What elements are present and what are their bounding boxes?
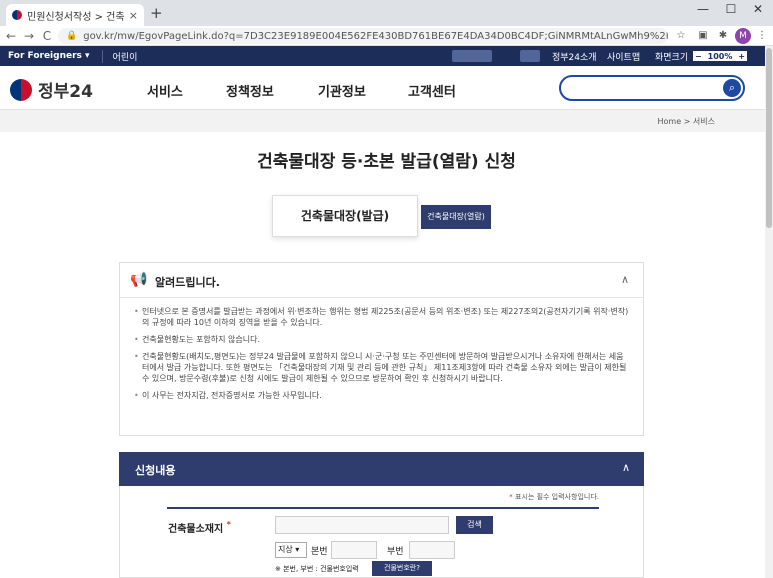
url-text: gov.kr/mw/EgovPageLink.do?q=7D3C23E9189E… <box>83 30 668 42</box>
address-label: 건축물소재지 * <box>168 520 231 535</box>
required-star: * <box>509 493 513 501</box>
kids-link[interactable]: 어린이 <box>101 49 137 63</box>
star-icon[interactable]: ☆ <box>673 28 689 44</box>
reload-button[interactable]: C <box>38 29 56 43</box>
close-icon[interactable]: × <box>129 9 138 22</box>
notice-item: 이 사무는 전자지갑, 전자증명서로 가능한 사무입니다. <box>134 390 629 401</box>
bubun-input[interactable] <box>409 541 455 559</box>
search-input[interactable]: ⌕ <box>559 75 745 101</box>
gov-favicon-icon <box>12 10 22 20</box>
notice-panel: 📢 알려드립니다. ∧ 인터넷으로 본 증명서를 발급받는 과정에서 위·변조하… <box>119 262 644 436</box>
lock-icon: 🔒 <box>66 31 78 41</box>
notice-item: 건축물현황도는 포함하지 않습니다. <box>134 334 629 345</box>
window-close-button[interactable]: ✕ <box>743 0 773 20</box>
logo-text: 정부24 <box>38 82 93 102</box>
address-search-button[interactable]: 검색 <box>456 516 493 534</box>
puzzle-icon[interactable]: ✱ <box>715 28 731 44</box>
sitemap-link[interactable]: 사이트맵 <box>607 50 640 63</box>
bubun-label: 부번 <box>387 547 404 557</box>
utility-bar: For Foreigners ▾ 어린이 정부24소개 사이트맵 화면크기 − … <box>0 46 773 66</box>
tab-issue[interactable]: 건축물대장(발급) <box>272 195 418 237</box>
masked-area <box>520 50 540 62</box>
zoom-value: 100% <box>707 51 733 61</box>
notice-title: 알려드립니다. <box>155 276 220 289</box>
required-note: * 표시는 필수 입력사항입니다. <box>509 492 599 502</box>
required-note-text: 표시는 필수 입력사항입니다. <box>515 493 599 501</box>
bonbun-input[interactable] <box>331 541 377 559</box>
menu-icon[interactable]: ⋮ <box>754 28 770 44</box>
profile-avatar[interactable]: M <box>735 28 751 44</box>
land-type-select[interactable]: 지상 ▾ <box>275 542 307 558</box>
nav-policy[interactable]: 정책정보 <box>226 81 274 100</box>
nav-service[interactable]: 서비스 <box>147 81 183 100</box>
notice-body: 인터넷으로 본 증명서를 발급받는 과정에서 위·변조하는 행위는 형법 제22… <box>120 298 643 401</box>
screen-size-label: 화면크기 <box>655 53 689 63</box>
nav-agency[interactable]: 기관정보 <box>318 81 366 100</box>
bonbun-label: 본번 <box>311 547 328 557</box>
zoom-in-button[interactable]: + <box>738 52 745 61</box>
site-header: 정부24 서비스 정책정보 기관정보 고객센터 ⌕ <box>0 66 773 110</box>
tab-view[interactable]: 건축물대장(열람) <box>421 205 491 229</box>
nav-customer[interactable]: 고객센터 <box>408 81 456 100</box>
address-input[interactable] <box>275 516 449 534</box>
extension-icon[interactable]: ▣ <box>695 28 711 44</box>
address-bar: ← → C 🔒 gov.kr/mw/EgovPageLink.do?q=7D3C… <box>0 26 773 46</box>
notice-header[interactable]: 📢 알려드립니다. ∧ <box>120 263 643 298</box>
building-number-help-button[interactable]: 건물번호란? <box>372 561 432 576</box>
site-logo[interactable]: 정부24 <box>10 77 93 102</box>
tab-title: 민원신청서작성 > 건축물대 <box>27 11 125 23</box>
apply-title: 신청내용 <box>135 464 176 477</box>
address-label-text: 건축물소재지 <box>168 524 224 535</box>
page-title: 건축물대장 등·초본 발급(열람) 신청 <box>257 152 516 172</box>
zoom-control: − 100% + <box>693 51 747 61</box>
breadcrumb-bar: Home > 서비스 <box>0 110 773 132</box>
main-content: 건축물대장 등·초본 발급(열람) 신청 건축물대장(발급) 건축물대장(열람)… <box>0 132 773 578</box>
building-number-hint: ※ 본번, 부번 : 건물번호입력 <box>275 565 359 573</box>
chevron-up-icon[interactable]: ∧ <box>622 461 630 474</box>
browser-tab[interactable]: 민원신청서작성 > 건축물대 × <box>6 4 144 26</box>
chevron-up-icon[interactable]: ∧ <box>621 273 629 286</box>
zoom-out-button[interactable]: − <box>695 52 702 61</box>
notice-item: 인터넷으로 본 증명서를 발급받는 과정에서 위·변조하는 행위는 형법 제22… <box>134 306 629 328</box>
breadcrumb: Home > 서비스 <box>657 117 716 126</box>
search-icon[interactable]: ⌕ <box>723 79 741 97</box>
browser-tabbar: 민원신청서작성 > 건축물대 × + — ☐ ✕ <box>0 0 773 26</box>
intro-link[interactable]: 정부24소개 <box>552 50 597 63</box>
apply-section-header[interactable]: 신청내용 ∧ <box>119 452 644 486</box>
apply-form: * 표시는 필수 입력사항입니다. 건축물소재지 * 검색 지상 ▾ 본번 부번… <box>119 486 644 578</box>
for-foreigners-link[interactable]: For Foreigners ▾ <box>8 51 90 61</box>
megaphone-icon: 📢 <box>130 272 148 288</box>
maximize-button[interactable]: ☐ <box>716 0 746 20</box>
notice-item: 건축물현황도(배치도,평면도)는 정부24 발급물에 포함하지 않으니 시·군·… <box>134 351 629 384</box>
minimize-button[interactable]: — <box>688 0 718 20</box>
new-tab-button[interactable]: + <box>150 4 163 22</box>
required-star: * <box>226 520 231 529</box>
url-input[interactable]: 🔒 gov.kr/mw/EgovPageLink.do?q=7D3C23E918… <box>58 28 668 44</box>
taegeuk-icon <box>10 78 32 101</box>
form-divider <box>167 507 599 509</box>
back-button[interactable]: ← <box>2 29 20 43</box>
masked-area <box>452 50 492 62</box>
forward-button[interactable]: → <box>20 29 38 43</box>
scrollbar-thumb[interactable] <box>766 48 772 228</box>
